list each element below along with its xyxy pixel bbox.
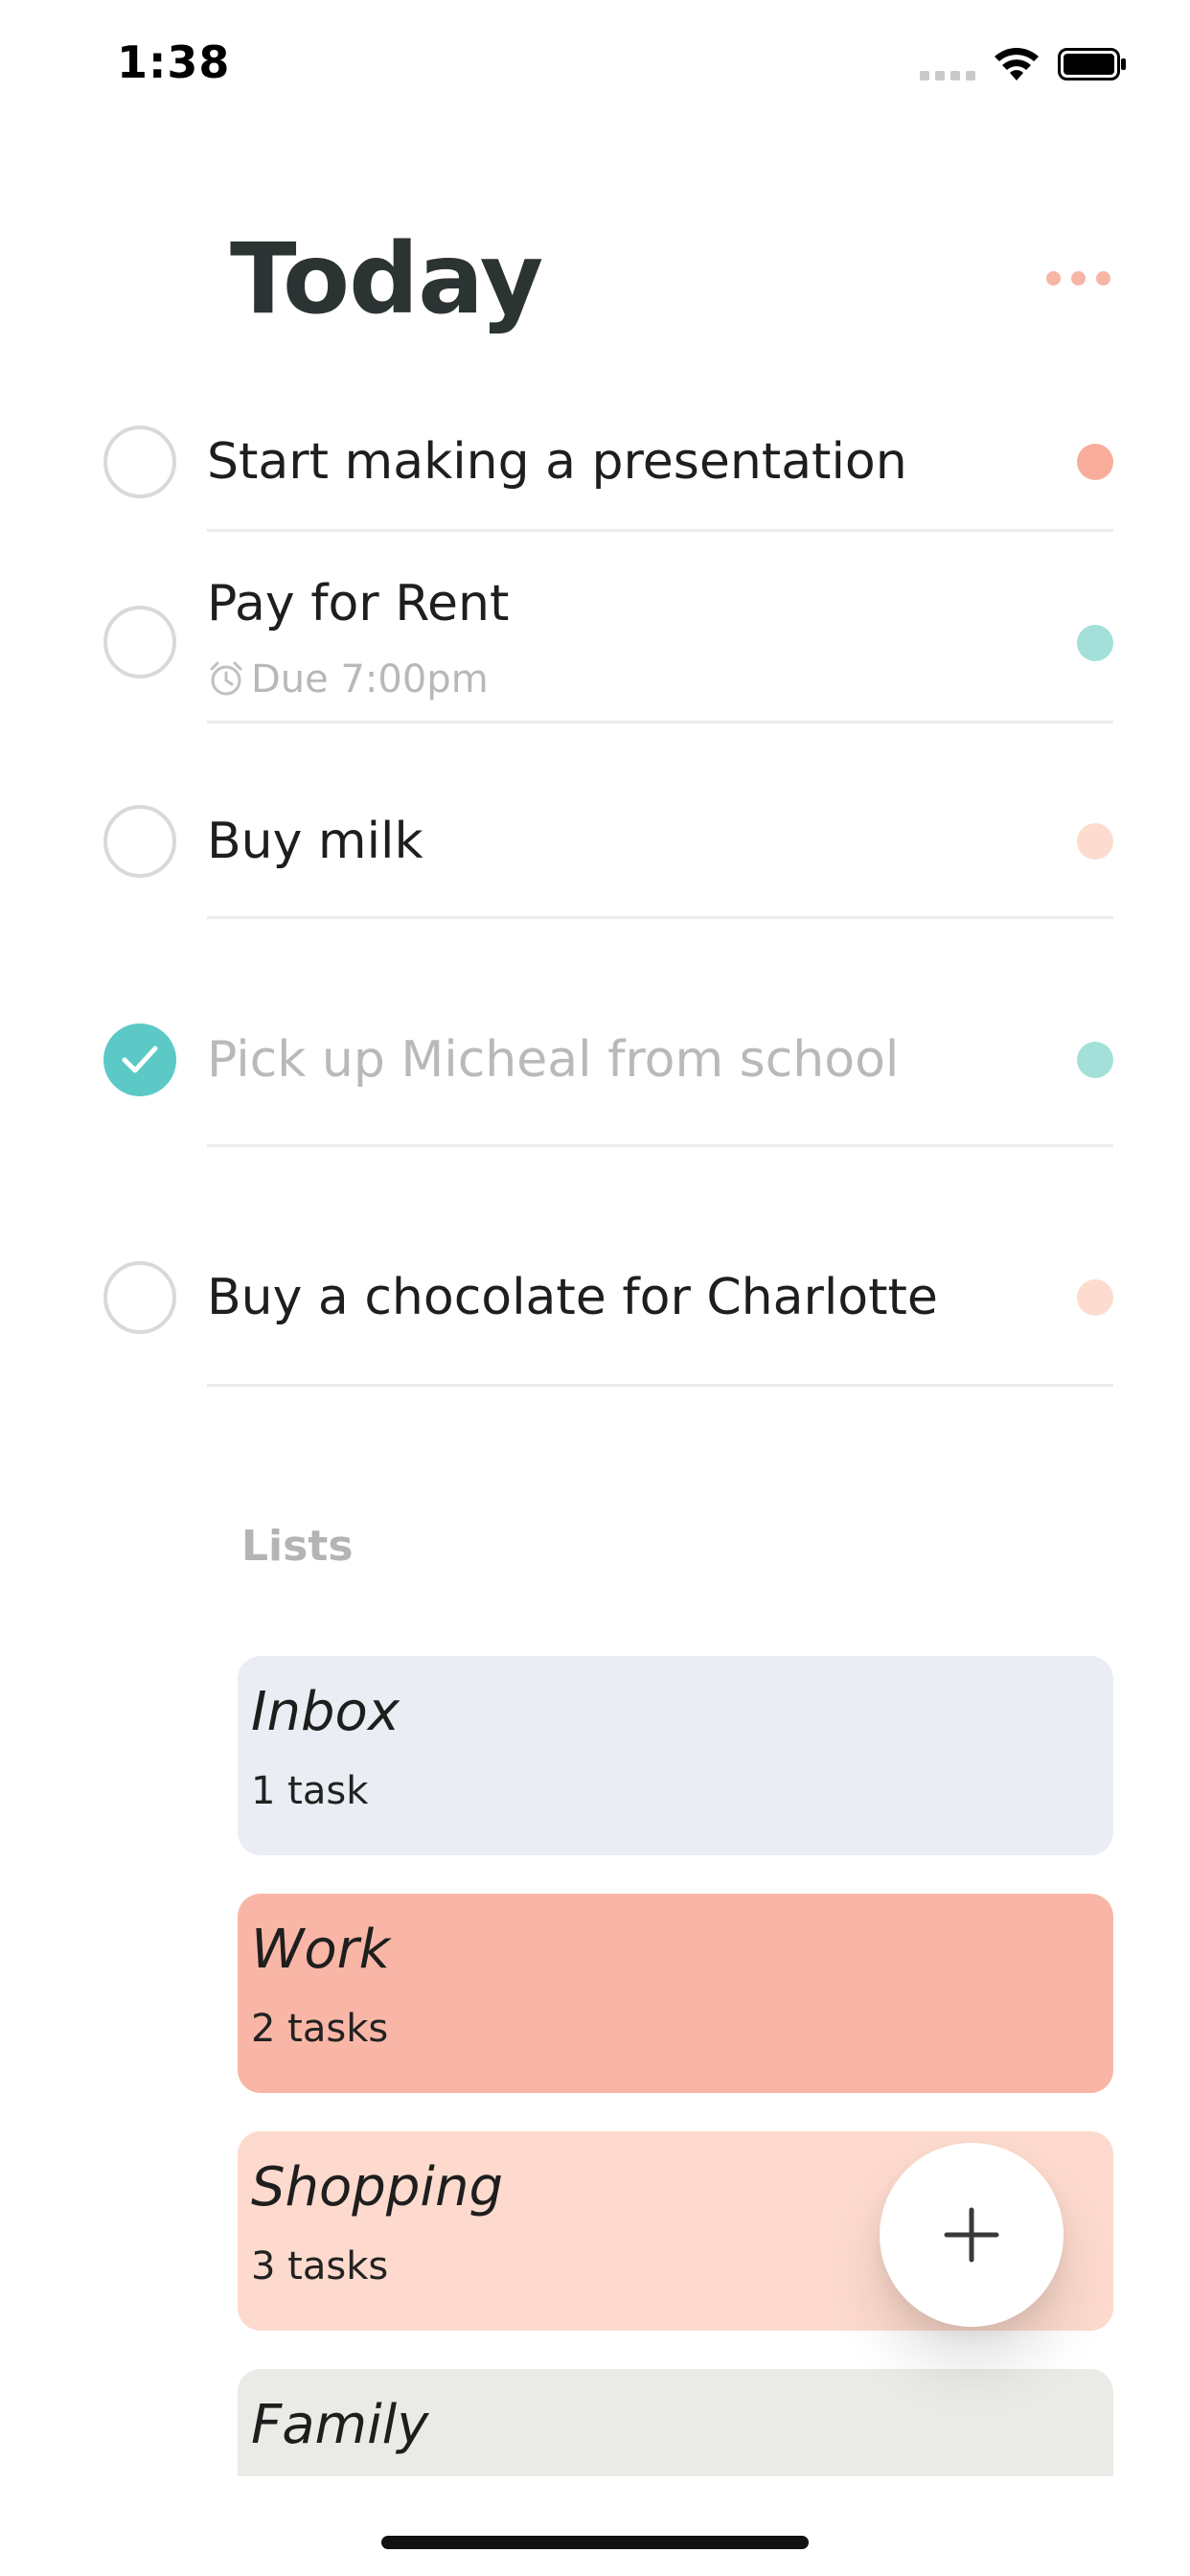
task-checkbox[interactable] [103, 805, 176, 878]
bottom-safe-area [0, 2476, 1190, 2576]
task-title[interactable]: Buy a chocolate for Charlotte [207, 1269, 938, 1326]
task-checkbox-checked[interactable] [103, 1024, 176, 1096]
task-title[interactable]: Start making a presentation [207, 433, 907, 491]
task-divider [207, 1144, 1113, 1147]
task-color-dot [1077, 625, 1113, 661]
task-title[interactable]: Pick up Micheal from school [207, 1031, 899, 1089]
plus-icon [944, 2207, 999, 2263]
task-divider [207, 916, 1113, 919]
task-checkbox[interactable] [103, 426, 176, 498]
task-divider [207, 529, 1113, 532]
task-color-dot [1077, 1042, 1113, 1078]
task-title[interactable]: Pay for Rent [207, 575, 509, 632]
task-due: Due 7:00pm [207, 657, 489, 702]
task-color-dot [1077, 444, 1113, 480]
list-card-inbox[interactable]: Inbox 1 task [238, 1656, 1113, 1855]
task-due-text: Due 7:00pm [251, 657, 489, 702]
list-task-count: 3 tasks [251, 2244, 389, 2288]
list-task-count: 1 task [251, 1769, 369, 1813]
more-icon[interactable] [1046, 268, 1113, 289]
add-task-button[interactable] [880, 2143, 1064, 2327]
alarm-clock-icon [210, 661, 242, 696]
list-card-work[interactable]: Work 2 tasks [238, 1894, 1113, 2093]
task-checkbox[interactable] [103, 1261, 176, 1334]
list-task-count: 2 tasks [251, 2007, 389, 2051]
lists-header: Lists [241, 1522, 354, 1571]
list-name: Work [251, 1919, 391, 1981]
battery-icon [1058, 48, 1127, 80]
task-color-dot [1077, 1279, 1113, 1316]
home-indicator[interactable] [381, 2536, 809, 2549]
page-title: Today [230, 222, 543, 336]
cellular-signal-icon [920, 71, 977, 80]
wifi-icon [993, 44, 1041, 82]
task-divider [207, 1384, 1113, 1387]
status-time: 1:38 [117, 36, 231, 88]
task-divider [207, 721, 1113, 724]
task-checkbox[interactable] [103, 606, 176, 678]
checkmark-icon [122, 1046, 158, 1073]
task-color-dot [1077, 823, 1113, 860]
list-name: Family [251, 2394, 429, 2456]
list-name: Inbox [251, 1681, 400, 1743]
list-name: Shopping [251, 2156, 503, 2219]
task-title[interactable]: Buy milk [207, 813, 423, 870]
